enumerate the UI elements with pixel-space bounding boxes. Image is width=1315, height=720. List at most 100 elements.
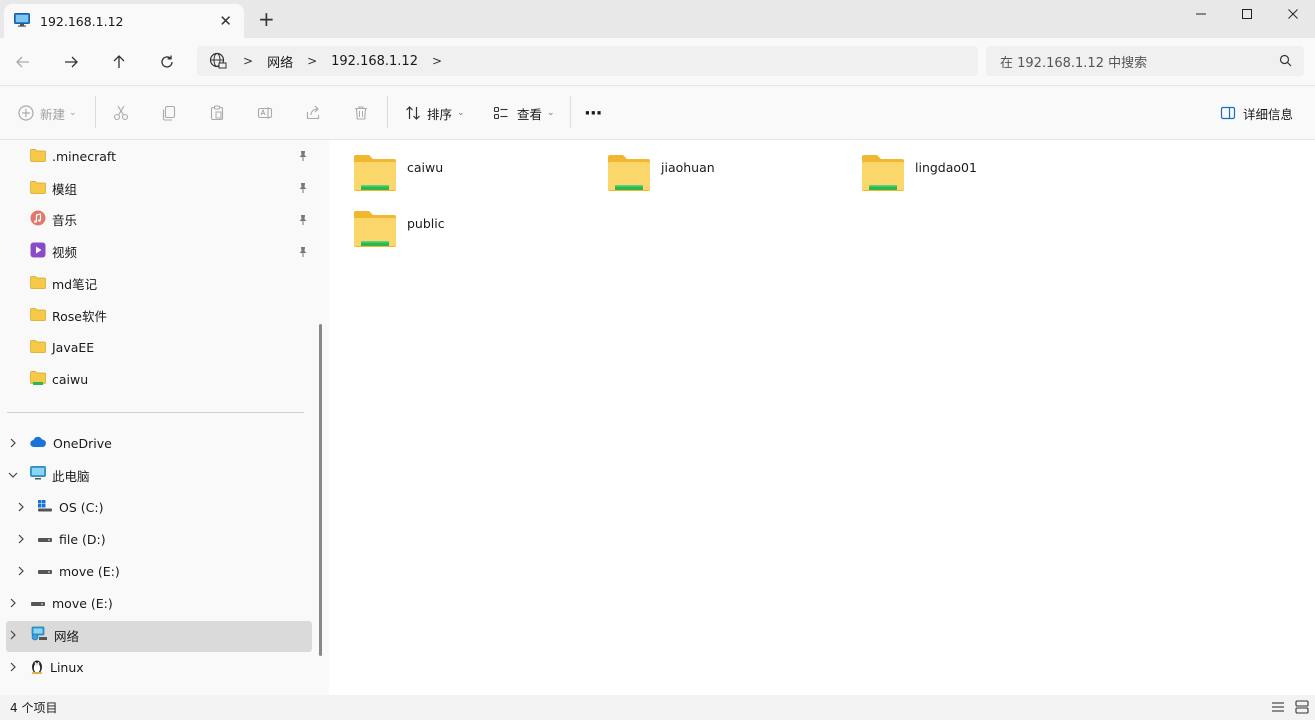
breadcrumb-network[interactable]: 网络 — [267, 52, 293, 71]
sidebar-item-caiwu[interactable]: caiwu — [30, 364, 88, 394]
sidebar-item-drive-d[interactable]: file (D:) — [37, 524, 106, 554]
sort-label: 排序 — [427, 106, 453, 122]
drive-icon — [37, 532, 53, 547]
monitor-icon — [14, 12, 30, 30]
chevron-right-icon[interactable] — [15, 501, 27, 513]
sort-button[interactable]: 排序 ⌄ — [401, 100, 465, 126]
share-icon — [301, 101, 325, 125]
sidebar-item-linux[interactable]: Linux — [30, 652, 84, 682]
chevron-right-icon[interactable] — [15, 533, 27, 545]
sidebar-item-music[interactable]: 音乐 — [30, 204, 77, 234]
up-button[interactable] — [107, 50, 131, 74]
details-view-icon[interactable] — [1270, 699, 1286, 715]
chevron-right-icon[interactable] — [15, 565, 27, 577]
status-bar: 4 个项目 — [0, 695, 1315, 720]
view-label: 查看 — [517, 106, 543, 122]
folder-name: lingdao01 — [915, 160, 977, 175]
copy-icon — [157, 101, 181, 125]
pin-icon[interactable] — [298, 150, 308, 165]
drive-icon — [37, 564, 53, 579]
sidebar-item-videos[interactable]: 视频 — [30, 236, 77, 266]
plus-circle-icon — [14, 101, 38, 125]
scrollbar-thumb[interactable] — [319, 324, 322, 656]
network-folder-icon — [861, 152, 905, 197]
chevron-down-icon: ⌄ — [457, 108, 465, 118]
sidebar-item-drive-e[interactable]: move (E:) — [37, 556, 120, 586]
folder-item-public[interactable]: public — [353, 208, 445, 254]
chevron-right-icon[interactable] — [7, 437, 19, 449]
tab-current[interactable]: 192.168.1.12 ✕ — [4, 4, 244, 38]
chevron-down-icon: ⌄ — [69, 108, 77, 118]
back-button[interactable] — [11, 50, 35, 74]
sidebar-item-network[interactable]: 网络 — [30, 620, 79, 650]
sidebar-item-label: Linux — [50, 659, 84, 675]
folder-name: caiwu — [407, 160, 444, 175]
minimize-button[interactable] — [1178, 0, 1224, 28]
delete-button[interactable] — [349, 100, 373, 126]
tiles-view-icon[interactable] — [1294, 699, 1310, 715]
folder-name: jiaohuan — [661, 160, 715, 175]
navigation-pane: .minecraft 模组 音乐 视频 md笔记 Rose软件 JavaEE c… — [0, 140, 315, 695]
new-tab-button[interactable]: + — [258, 9, 275, 29]
search-input[interactable]: 在 192.168.1.12 中搜索 — [986, 46, 1304, 76]
sidebar-scrollbar[interactable] — [315, 140, 329, 695]
address-bar[interactable]: > 网络 > 192.168.1.12 > — [197, 46, 978, 76]
refresh-button[interactable] — [155, 50, 179, 74]
sidebar-item-minecraft[interactable]: .minecraft — [30, 141, 116, 171]
search-icon[interactable] — [1279, 54, 1292, 71]
new-label: 新建 — [40, 106, 66, 122]
details-label: 详细信息 — [1243, 106, 1294, 122]
windows-drive-icon — [37, 499, 53, 515]
rename-button[interactable] — [253, 100, 277, 126]
clipboard-icon — [205, 101, 229, 125]
view-list-icon — [489, 101, 513, 125]
sidebar-item-rose-software[interactable]: Rose软件 — [30, 300, 107, 330]
sidebar-item-md-notes[interactable]: md笔记 — [30, 268, 97, 298]
breadcrumb-host[interactable]: 192.168.1.12 — [331, 54, 418, 69]
chevron-right-icon[interactable] — [7, 629, 19, 641]
chevron-down-icon[interactable] — [7, 469, 19, 481]
details-pane-button[interactable]: 详细信息 — [1216, 100, 1293, 126]
computer-icon — [30, 466, 46, 484]
new-button[interactable]: 新建 ⌄ — [14, 100, 77, 126]
rename-icon — [253, 101, 277, 125]
sidebar-item-onedrive[interactable]: OneDrive — [30, 428, 112, 458]
sidebar-item-javaee[interactable]: JavaEE — [30, 332, 94, 362]
share-button[interactable] — [301, 100, 325, 126]
copy-button[interactable] — [157, 100, 181, 126]
forward-button[interactable] — [59, 50, 83, 74]
paste-button[interactable] — [205, 100, 229, 126]
sidebar-item-drive-e-root[interactable]: move (E:) — [30, 588, 113, 618]
title-bar: 192.168.1.12 ✕ + — [0, 0, 1315, 38]
sidebar-item-label: JavaEE — [52, 339, 95, 355]
folder-icon — [30, 307, 46, 324]
network-folder-icon — [30, 370, 46, 389]
close-window-button[interactable] — [1270, 0, 1315, 28]
folder-icon — [30, 275, 46, 292]
chevron-right-icon: > — [243, 54, 254, 68]
sidebar-item-drive-c[interactable]: OS (C:) — [37, 492, 103, 522]
pin-icon[interactable] — [298, 214, 308, 229]
sidebar-item-mods[interactable]: 模组 — [30, 173, 77, 203]
sidebar-item-this-pc[interactable]: 此电脑 — [30, 460, 90, 490]
file-list: caiwu jiaohuan lingdao01 public — [329, 140, 1315, 695]
folder-item-jiaohuan[interactable]: jiaohuan — [607, 152, 715, 198]
drive-icon — [30, 596, 46, 611]
pin-icon[interactable] — [298, 182, 308, 197]
chevron-right-icon[interactable] — [7, 597, 19, 609]
folder-item-lingdao01[interactable]: lingdao01 — [861, 152, 977, 198]
cut-button[interactable] — [109, 100, 133, 126]
folder-item-caiwu[interactable]: caiwu — [353, 152, 443, 198]
sidebar-item-label: .minecraft — [52, 148, 116, 164]
search-placeholder: 在 192.168.1.12 中搜索 — [1000, 55, 1148, 71]
close-tab-icon[interactable]: ✕ — [219, 12, 232, 30]
pin-icon[interactable] — [298, 246, 308, 261]
chevron-right-icon[interactable]: > — [432, 54, 442, 68]
music-icon — [30, 210, 46, 229]
view-button[interactable]: 查看 ⌄ — [489, 100, 555, 126]
more-options-button[interactable]: ··· — [584, 100, 602, 126]
maximize-button[interactable] — [1224, 0, 1270, 28]
scissors-icon — [109, 101, 133, 125]
folder-icon — [30, 339, 46, 356]
chevron-right-icon[interactable] — [7, 661, 19, 673]
